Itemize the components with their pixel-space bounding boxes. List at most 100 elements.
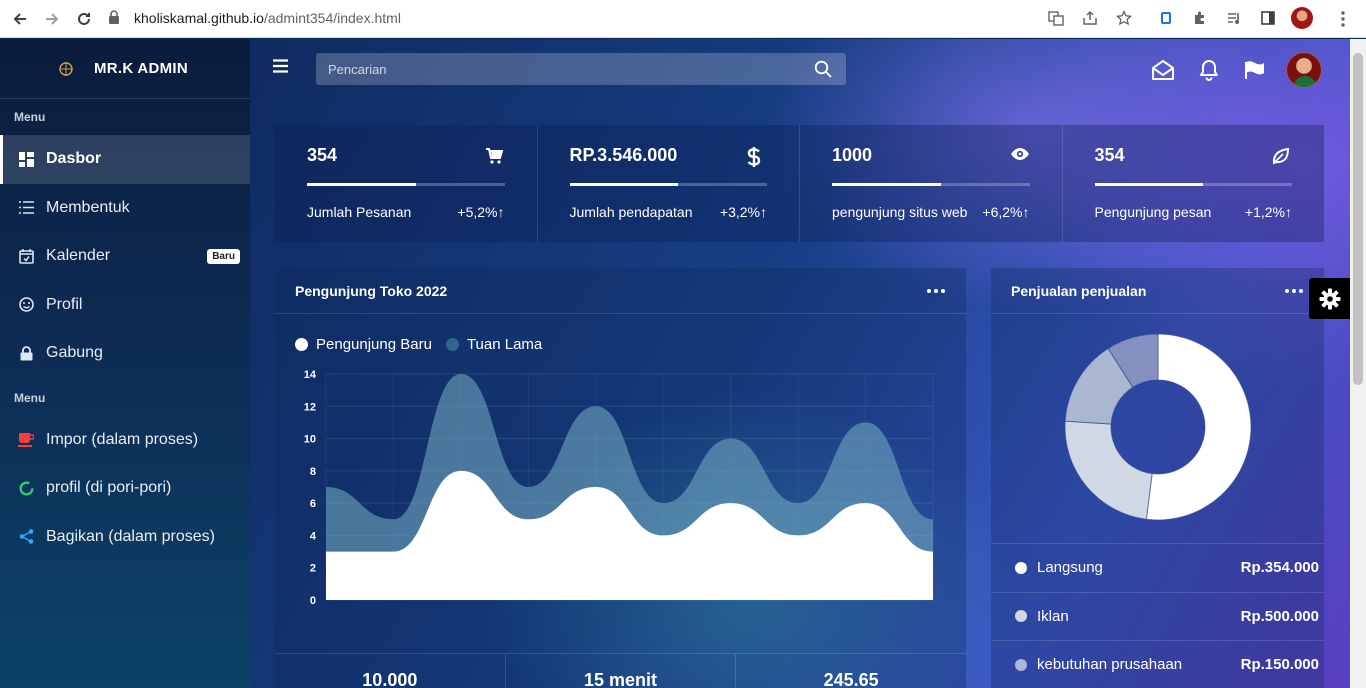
sales-row: Langsung Rp.354.000 (991, 543, 1324, 592)
reload-icon[interactable] (68, 3, 100, 35)
sidebar-item-bagikan[interactable]: Bagikan (dalam proses) (0, 513, 250, 562)
sidebar-item-dasbor[interactable]: Dasbor (0, 135, 250, 184)
donut-slice[interactable] (1145, 333, 1252, 521)
chart-footer-stats: 10.000 15 menit 245.65 (275, 653, 966, 688)
forward-icon[interactable] (36, 3, 68, 35)
sidebar-item-impor[interactable]: Impor (dalam proses) (0, 416, 250, 465)
legend-item[interactable]: Tuan Lama (445, 336, 543, 353)
leaf-icon (1272, 147, 1290, 165)
eye-icon (1010, 147, 1029, 165)
sidebar-item-label: profil (di pori-pori) (46, 479, 172, 497)
media-icon[interactable] (1220, 4, 1248, 32)
main-content: 354 Jumlah Pesanan +5,2%↑ RP.3.546.000 J… (250, 39, 1350, 688)
y-tick-label: 4 (310, 530, 317, 542)
footer-stat: 10.000 (275, 654, 506, 688)
cup-icon (18, 432, 34, 448)
bookmark-star-icon[interactable] (1110, 4, 1138, 32)
footer-stat: 245.65 (823, 670, 879, 688)
settings-gear-icon[interactable] (1309, 278, 1350, 319)
sidebar-item-label: Bagikan (dalam proses) (46, 527, 215, 545)
sales-amount: Rp.354.000 (1240, 559, 1319, 577)
sidebar: MR.K ADMIN Menu Dasbor Membentuk Kalende… (0, 39, 250, 688)
flag-icon[interactable] (1232, 53, 1278, 87)
brand-logo-icon (56, 59, 76, 79)
page-scrollbar[interactable] (1350, 39, 1366, 688)
stat-message-visitors: 354 Pengunjung pesan +1,2%↑ (1063, 125, 1325, 242)
ring-icon (18, 480, 34, 496)
brand[interactable]: MR.K ADMIN (0, 39, 250, 99)
stat-progress (832, 183, 1030, 186)
stats-row: 354 Jumlah Pesanan +5,2%↑ RP.3.546.000 J… (275, 125, 1324, 242)
sales-label: Langsung (1037, 559, 1103, 577)
card-header: Penjualan penjualan (991, 268, 1324, 314)
address-bar[interactable]: kholiskamal.github.io/admint354/index.ht… (108, 4, 401, 32)
sales-row: Iklan Rp.500.000 (991, 591, 1324, 641)
stat-value: RP.3.546.000 (569, 145, 678, 165)
stat-visitors: 1000 pengunjung situs web +6,2%↑ (800, 125, 1063, 242)
share-page-icon[interactable] (1076, 4, 1104, 32)
dashboard-icon (18, 151, 34, 167)
stat-label: pengunjung situs web (832, 204, 968, 220)
sidebar-item-membentuk[interactable]: Membentuk (0, 184, 250, 233)
more-options-icon[interactable] (926, 286, 946, 296)
search-icon[interactable] (814, 60, 832, 78)
browser-toolbar: kholiskamal.github.io/admint354/index.ht… (0, 0, 1366, 38)
y-tick-label: 14 (304, 369, 317, 381)
hamburger-menu-icon[interactable] (272, 59, 290, 77)
bell-icon[interactable] (1186, 53, 1232, 87)
stat-label: Pengunjung pesan (1094, 204, 1212, 220)
y-tick-label: 6 (310, 498, 316, 510)
browser-menu-icon[interactable] (1332, 8, 1354, 30)
sidebar-item-label: Dasbor (46, 150, 102, 168)
sales-swatch (1015, 658, 1027, 671)
chart-legend: Pengunjung Baru Tuan Lama (295, 336, 542, 353)
sales-list: Langsung Rp.354.000 Iklan Rp.500.000 keb… (991, 543, 1324, 688)
legend-item[interactable]: Pengunjung Baru (295, 336, 432, 353)
legend-label: Tuan Lama (466, 336, 543, 353)
legend-swatch (295, 338, 308, 351)
dollar-icon (747, 147, 765, 167)
stat-label: Jumlah Pesanan (307, 204, 412, 220)
card-header: Pengunjung Toko 2022 (275, 268, 966, 314)
user-avatar[interactable] (1286, 52, 1322, 88)
sales-swatch (1015, 561, 1027, 574)
scrollbar-thumb[interactable] (1353, 53, 1363, 385)
url-host: kholiskamal.github.io (134, 10, 264, 26)
sidebar-section-title: Menu (14, 390, 46, 405)
sidebar-item-kalender[interactable]: Kalender Baru (0, 232, 250, 281)
stat-delta: +3,2%↑ (719, 204, 767, 220)
profile-avatar-icon[interactable] (1288, 4, 1316, 32)
sidebar-item-label: Kalender (46, 247, 111, 265)
more-options-icon[interactable] (1284, 286, 1304, 296)
topbar-actions (1140, 52, 1322, 88)
visitors-chart-card: Pengunjung Toko 2022 Pengunjung Baru Tua… (275, 268, 966, 688)
sales-label: Iklan (1037, 607, 1069, 625)
sidebar-section-title: Menu (14, 110, 46, 124)
puzzle-icon[interactable] (1186, 4, 1214, 32)
stat-revenue: RP.3.546.000 Jumlah pendapatan +3,2%↑ (538, 125, 800, 242)
sidebar-item-label: Profil (46, 295, 83, 313)
sidebar-item-gabung[interactable]: Gabung (0, 329, 250, 378)
mail-icon[interactable] (1140, 53, 1186, 87)
donut-slice[interactable] (1064, 420, 1153, 520)
sidebar-item-profil-pori[interactable]: profil (di pori-pori) (0, 464, 250, 513)
back-icon[interactable] (4, 3, 36, 35)
sidepanel-icon[interactable] (1254, 4, 1282, 32)
stat-label: Jumlah pendapatan (569, 204, 693, 220)
lock-icon (108, 9, 120, 27)
search-input[interactable] (316, 61, 796, 77)
stat-value: 354 (307, 145, 338, 165)
calendar-icon (18, 248, 34, 264)
y-tick-label: 0 (310, 595, 316, 607)
stat-value: 354 (1094, 145, 1125, 165)
y-tick-label: 10 (304, 434, 316, 446)
translate-icon[interactable] (1042, 4, 1070, 32)
cart-icon (485, 147, 503, 165)
sidebar-item-profil[interactable]: Profil (0, 281, 250, 330)
area-chart: 02468101214JanFebMarAprMayJunJulAugSepOc… (304, 369, 934, 607)
topbar (250, 39, 1350, 99)
footer-stat: 15 menit (506, 654, 737, 688)
sales-swatch (1015, 610, 1027, 623)
extension-icon[interactable] (1152, 4, 1180, 32)
donut-chart (1064, 333, 1252, 521)
